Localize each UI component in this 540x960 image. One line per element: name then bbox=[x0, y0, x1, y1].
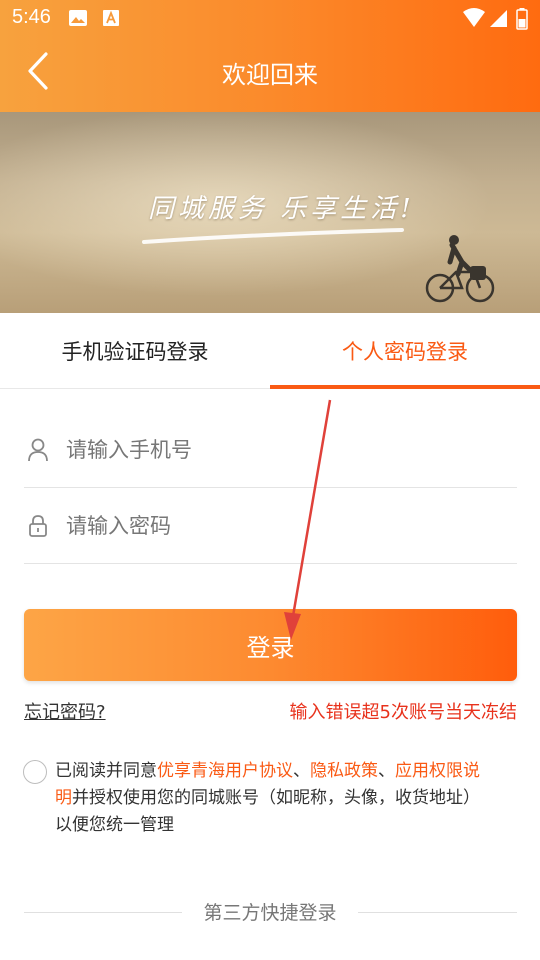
forgot-password-link[interactable]: 忘记密码? bbox=[24, 698, 106, 724]
divider-line bbox=[358, 912, 517, 913]
agreement-prefix: 已阅读并同意 bbox=[55, 761, 157, 781]
user-icon bbox=[26, 438, 50, 462]
password-field bbox=[24, 488, 517, 564]
status-bar: 5:46 bbox=[0, 0, 540, 36]
battery-icon bbox=[516, 8, 528, 34]
login-button[interactable]: 登录 bbox=[24, 609, 517, 681]
phone-field bbox=[24, 412, 517, 488]
page-title: 欢迎回来 bbox=[222, 61, 318, 89]
agreement-text: 已阅读并同意优享青海用户协议、隐私政策、应用权限说明并授权使用您的同城账号（如昵… bbox=[55, 758, 495, 839]
signal-icon bbox=[488, 8, 508, 32]
app-header: 5:46 欢迎回来 bbox=[0, 0, 540, 112]
agreement-separator: 、 bbox=[293, 761, 310, 781]
cyclist-silhouette bbox=[425, 235, 495, 303]
agreement-suffix: 并授权使用您的同城账号（如昵称，头像，收货地址）以便您统一管理 bbox=[55, 788, 480, 835]
freeze-warning-text: 输入错误超5次账号当天冻结 bbox=[289, 702, 517, 723]
user-agreement-link[interactable]: 优享青海用户协议 bbox=[157, 761, 293, 781]
active-tab-indicator bbox=[270, 385, 540, 389]
brush-stroke-decoration bbox=[142, 228, 404, 244]
privacy-policy-link[interactable]: 隐私政策 bbox=[310, 761, 378, 781]
promo-banner: 同城服务 乐享生活! bbox=[0, 112, 540, 313]
tab-password-login[interactable]: 个人密码登录 bbox=[270, 313, 540, 389]
image-notification-icon bbox=[68, 8, 88, 32]
phone-input[interactable] bbox=[66, 437, 486, 462]
login-tabs: 手机验证码登录 个人密码登录 bbox=[0, 313, 540, 389]
tab-sms-login[interactable]: 手机验证码登录 bbox=[0, 313, 270, 389]
password-input[interactable] bbox=[66, 513, 486, 538]
divider-line bbox=[24, 912, 182, 913]
wifi-icon bbox=[462, 8, 486, 32]
agreement-separator: 、 bbox=[378, 761, 395, 781]
font-notification-icon bbox=[102, 8, 120, 32]
lock-icon bbox=[26, 514, 50, 538]
banner-slogan: 同城服务 乐享生活! bbox=[148, 194, 415, 224]
agreement-checkbox[interactable] bbox=[23, 760, 47, 784]
status-time: 5:46 bbox=[12, 6, 51, 28]
third-party-login-label: 第三方快捷登录 bbox=[203, 902, 337, 924]
